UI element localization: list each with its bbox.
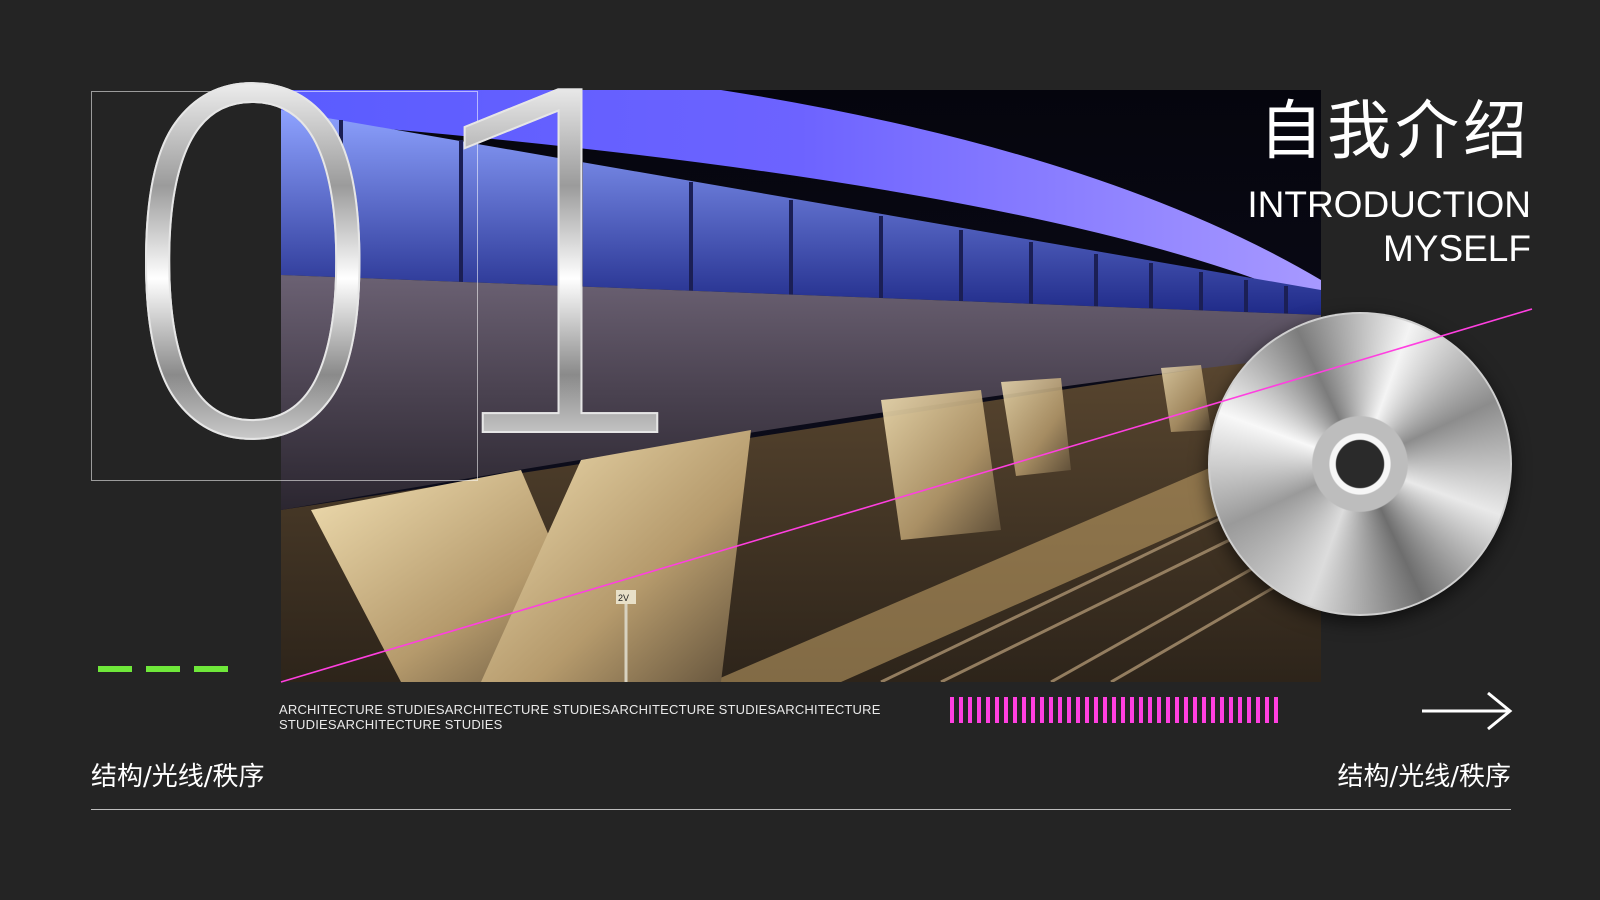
pink-bar	[995, 697, 999, 723]
pink-bar	[1103, 697, 1107, 723]
pink-bar	[1067, 697, 1071, 723]
green-dash	[98, 666, 132, 672]
keywords-left: 结构/光线/秩序	[91, 762, 265, 792]
pink-bar	[1175, 697, 1179, 723]
pink-bar	[1112, 697, 1116, 723]
pink-bar	[1094, 697, 1098, 723]
pink-bar	[1130, 697, 1134, 723]
pink-bar	[1022, 697, 1026, 723]
caption-text: ARCHITECTURE STUDIESARCHITECTURE STUDIES…	[279, 702, 881, 732]
pink-bar	[977, 697, 981, 723]
pink-bar	[1184, 697, 1188, 723]
platform-sign-label: 2V	[618, 593, 629, 603]
pink-bar	[959, 697, 963, 723]
pink-bar	[1040, 697, 1044, 723]
title-english: INTRODUCTION MYSELF	[1171, 183, 1531, 271]
pink-bar	[986, 697, 990, 723]
pink-bar	[1049, 697, 1053, 723]
pink-bar	[1256, 697, 1260, 723]
pink-bar	[1229, 697, 1233, 723]
keywords-right: 结构/光线/秩序	[1337, 762, 1511, 792]
pink-bar	[1013, 697, 1017, 723]
bottom-divider	[91, 809, 1511, 810]
green-dash-accent	[98, 666, 228, 672]
pink-bar	[1157, 697, 1161, 723]
slide: 2V 01 自我介绍 INTRODUCTION MYSELF ARCHITECT…	[0, 0, 1600, 900]
pink-bar	[1238, 697, 1242, 723]
disc-photo-overlap	[1208, 300, 1321, 682]
title-english-line1: INTRODUCTION	[1247, 184, 1531, 225]
green-dash	[146, 666, 180, 672]
pink-bar	[1211, 697, 1215, 723]
pink-bar	[1031, 697, 1035, 723]
pink-bar	[1247, 697, 1251, 723]
pink-bar	[1139, 697, 1143, 723]
pink-bar	[1004, 697, 1008, 723]
pink-bar	[1085, 697, 1089, 723]
title-chinese: 自我介绍	[1259, 95, 1531, 169]
pink-bar	[1265, 697, 1269, 723]
title-english-line2: MYSELF	[1382, 228, 1531, 269]
section-number: 01	[103, 0, 723, 543]
pink-bar	[1076, 697, 1080, 723]
pink-bar	[950, 697, 954, 723]
pink-bar	[1220, 697, 1224, 723]
pink-bar	[1193, 697, 1197, 723]
pink-bar-accent	[950, 697, 1278, 723]
pink-bar	[1148, 697, 1152, 723]
green-dash	[194, 666, 228, 672]
arrow-right-icon[interactable]	[1420, 690, 1514, 732]
pink-bar	[968, 697, 972, 723]
pink-bar	[1121, 697, 1125, 723]
pink-bar	[1058, 697, 1062, 723]
pink-bar	[1166, 697, 1170, 723]
pink-bar	[1202, 697, 1206, 723]
pink-bar	[1274, 697, 1278, 723]
